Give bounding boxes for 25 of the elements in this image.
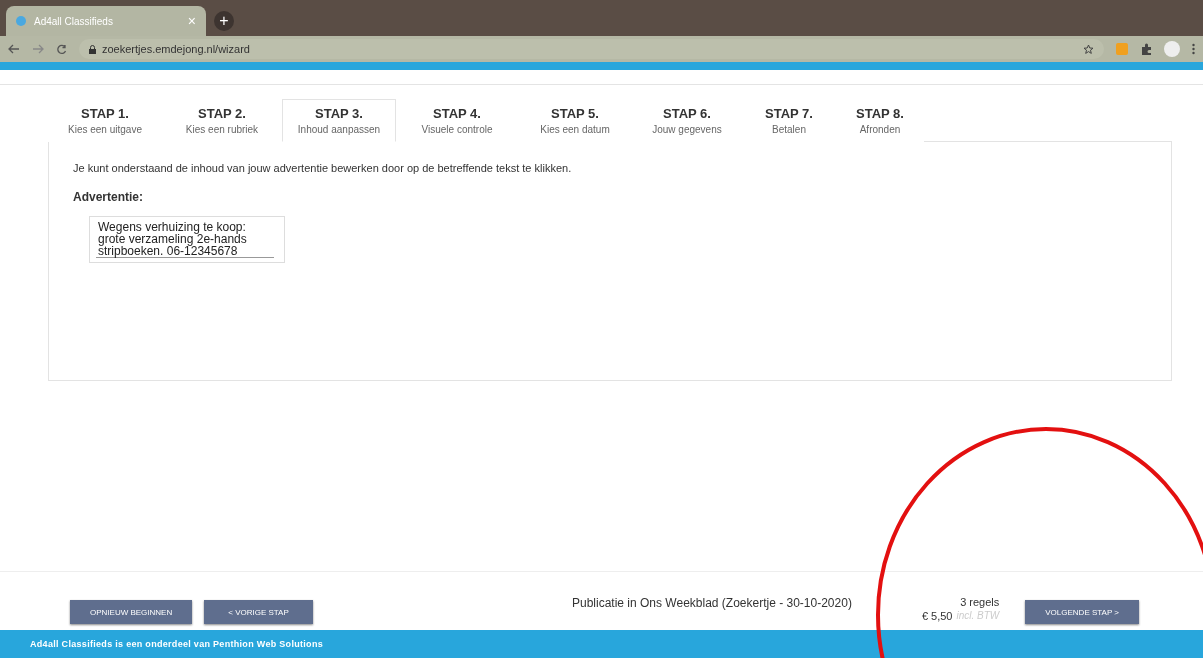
address-bar[interactable]: zoekertjes.emdejong.nl/wizard (79, 39, 1104, 59)
ad-heading: Advertentie: (73, 190, 144, 204)
intro-text: Je kunt onderstaand de inhoud van jouw advertentie bewerken door op de betreffende tekst te klikken. (73, 162, 573, 174)
ad-line: grote verzameling 2e-hands (98, 233, 248, 245)
reload-icon[interactable] (56, 43, 67, 55)
step-tab[interactable]: STAP 3. Inhoud aanpassen (282, 99, 396, 142)
star-icon[interactable] (1083, 43, 1094, 55)
publication-text: Publicatie in Ons Weekblad (Zoekertje - 30-10-2020) (571, 596, 852, 610)
previous-button[interactable]: < VORIGE STAP (204, 600, 313, 624)
ad-line: stripboeken. 06-12345678 (98, 245, 239, 257)
menu-icon[interactable] (1192, 43, 1195, 55)
next-button[interactable]: VOLGENDE STAP > (1025, 600, 1139, 624)
footer-text: Ad4all Classifieds is een onderdeel van Penthion Web Solutions (30, 639, 323, 649)
ad-preview[interactable]: Wegens verhuizing te koop: grote verzameling 2e-hands stripboeken. 06-12345678 (89, 216, 285, 263)
restart-button[interactable]: OPNIEUW BEGINNEN (70, 600, 193, 624)
url-text: zoekertjes.emdejong.nl/wizard (102, 43, 250, 55)
back-icon[interactable] (8, 44, 20, 54)
ad-line: Wegens verhuizing te koop: (98, 221, 246, 233)
line-count: 3 regels (960, 596, 1000, 608)
tab-title: Ad4all Classifieds (34, 15, 114, 27)
price-text: € 5,50 (921, 610, 953, 622)
globe-icon (16, 16, 26, 26)
puzzle-icon[interactable] (1140, 43, 1152, 55)
lock-icon (89, 44, 96, 54)
new-tab-button[interactable]: + (214, 11, 234, 31)
